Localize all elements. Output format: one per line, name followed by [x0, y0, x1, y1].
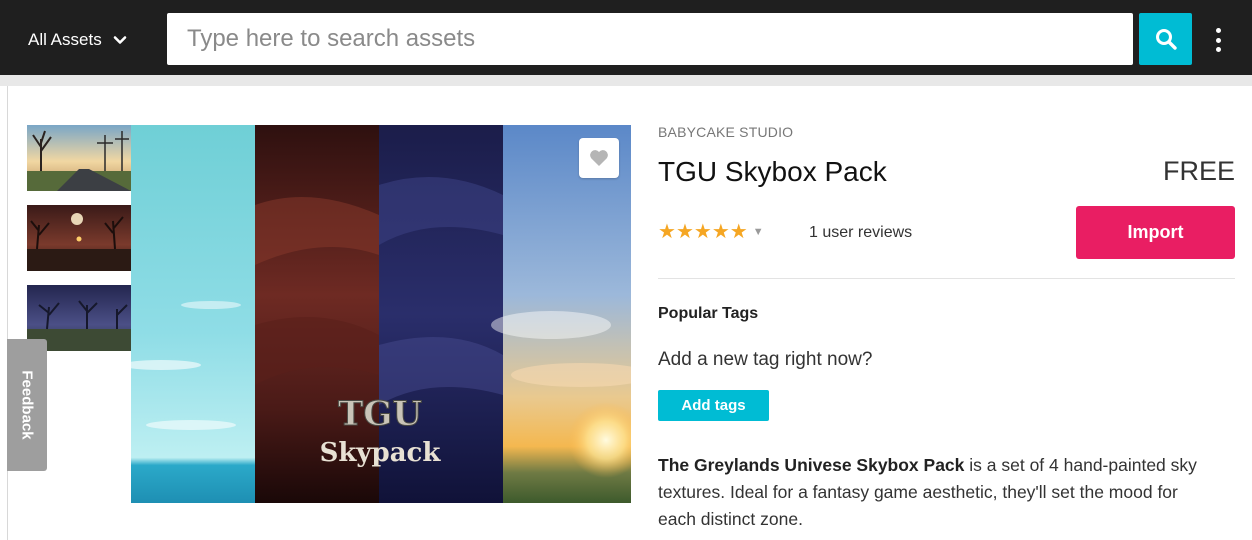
product-description: The Greylands Univese Skybox Pack is a s…	[658, 452, 1198, 533]
publisher-link[interactable]: BABYCAKE STUDIO	[658, 124, 793, 140]
star-icon: ★	[658, 221, 676, 243]
product-title: TGU Skybox Pack	[658, 156, 887, 187]
category-label: All Assets	[28, 30, 102, 49]
top-bar: All Assets	[0, 0, 1252, 75]
popular-tags-heading: Popular Tags	[658, 305, 759, 322]
star-icon: ★	[675, 221, 694, 243]
search-button[interactable]	[1139, 13, 1192, 65]
favorite-button[interactable]	[579, 138, 619, 178]
add-tag-prompt: Add a new tag right now?	[658, 349, 873, 370]
product-main-image[interactable]: TGU Skypack	[131, 125, 631, 503]
description-title: The Greylands Univese Skybox Pack	[658, 455, 965, 475]
search-icon	[1155, 29, 1177, 50]
search-input[interactable]	[167, 13, 1133, 65]
add-tags-button[interactable]: Add tags	[658, 390, 769, 421]
star-icon: ★	[693, 221, 712, 243]
section-divider	[658, 278, 1235, 279]
feedback-label: Feedback	[18, 370, 36, 440]
rating-stars[interactable]: ★ ★ ★ ★ ★ ▼	[658, 222, 764, 242]
left-divider	[7, 86, 8, 540]
header-underlay	[0, 75, 1252, 86]
category-dropdown[interactable]: All Assets	[28, 26, 128, 54]
star-icon: ★	[729, 221, 748, 243]
product-price: FREE	[1162, 156, 1235, 186]
caret-down-icon: ▼	[752, 226, 764, 238]
heart-icon	[590, 150, 608, 166]
image-subtitle-text: Skypack	[320, 438, 442, 468]
star-icon: ★	[711, 221, 730, 243]
thumbnail-1[interactable]	[27, 125, 131, 191]
reviews-link[interactable]: 1 user reviews	[809, 224, 912, 242]
feedback-tab[interactable]: Feedback	[7, 339, 47, 471]
image-logo-text: TGU	[338, 394, 422, 434]
thumbnail-2[interactable]	[27, 205, 131, 271]
kebab-menu-icon[interactable]	[1208, 26, 1228, 54]
import-button[interactable]: Import	[1076, 206, 1235, 259]
chevron-down-icon	[113, 36, 127, 44]
